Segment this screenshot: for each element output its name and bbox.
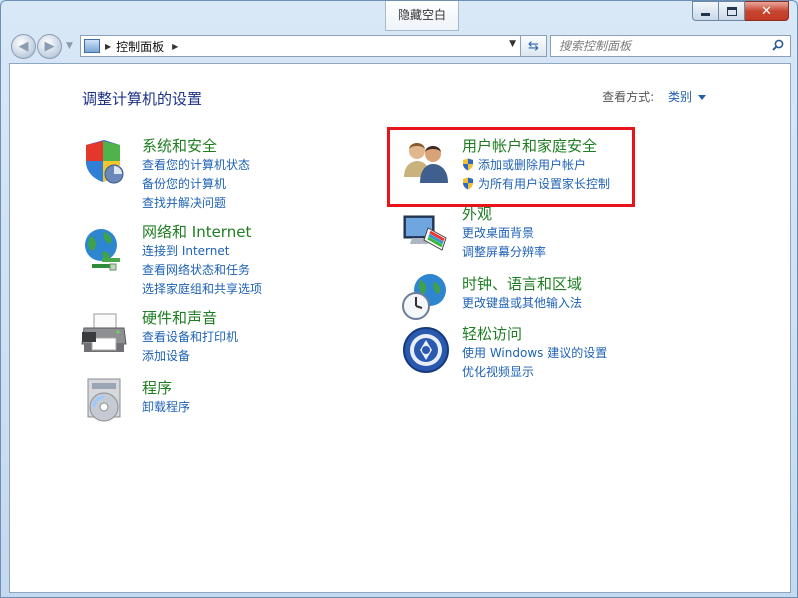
category-clock-language-region: 时钟、语言和区域 更改键盘或其他输入法 — [462, 274, 582, 313]
recent-pages-dropdown-icon[interactable]: ▼ — [66, 41, 73, 51]
view-by-dropdown[interactable]: 类别 — [668, 90, 706, 104]
monitor-paint-icon — [403, 215, 447, 251]
link-optimize-video-display[interactable]: 优化视频显示 — [462, 363, 607, 382]
search-input[interactable] — [559, 39, 759, 53]
category-title[interactable]: 系统和安全 — [142, 136, 250, 156]
back-arrow-icon: ◀ — [18, 39, 29, 54]
category-title[interactable]: 网络和 Internet — [142, 222, 262, 242]
category-programs: 程序 卸载程序 — [142, 378, 190, 417]
shield-icon — [86, 140, 124, 184]
category-hardware-sound: 硬件和声音 查看设备和打印机 添加设备 — [142, 308, 238, 366]
link-homegroup-sharing[interactable]: 选择家庭组和共享选项 — [142, 280, 262, 299]
category-appearance: 外观 更改桌面背景 调整屏幕分辨率 — [462, 204, 546, 262]
link-adjust-resolution[interactable]: 调整屏幕分辨率 — [462, 243, 546, 262]
category-title[interactable]: 时钟、语言和区域 — [462, 274, 582, 294]
refresh-icon: ⇆ — [528, 38, 539, 54]
link-backup-computer[interactable]: 备份您的计算机 — [142, 175, 250, 194]
category-title[interactable]: 程序 — [142, 378, 190, 398]
forward-arrow-icon: ▶ — [44, 39, 55, 54]
minimize-button[interactable] — [692, 1, 719, 21]
link-devices-printers[interactable]: 查看设备和打印机 — [142, 328, 238, 347]
link-change-desktop-background[interactable]: 更改桌面背景 — [462, 224, 546, 243]
navigation-bar: ◀ ▶ ▼ ▶ 控制面板 ▶ ▼ ⇆ — [9, 32, 791, 60]
network-globe-icon — [85, 229, 120, 271]
address-bar[interactable]: ▶ 控制面板 ▶ ▼ — [80, 35, 521, 57]
close-icon: ✕ — [761, 3, 772, 19]
view-by-label: 查看方式: — [602, 90, 655, 104]
hide-blank-tab[interactable]: 隐藏空白 — [385, 1, 459, 31]
highlight-box — [387, 127, 635, 207]
link-view-computer-status[interactable]: 查看您的计算机状态 — [142, 156, 250, 175]
clock-globe-icon — [402, 274, 446, 320]
category-network-internet: 网络和 Internet 连接到 Internet 查看网络状态和任务 选择家庭… — [142, 222, 262, 299]
link-windows-recommended-settings[interactable]: 使用 Windows 建议的设置 — [462, 344, 607, 363]
category-title[interactable]: 硬件和声音 — [142, 308, 238, 328]
close-button[interactable]: ✕ — [745, 1, 789, 21]
breadcrumb-arrow-icon[interactable]: ▶ — [105, 42, 111, 51]
page-title: 调整计算机的设置 — [82, 90, 203, 108]
link-add-device[interactable]: 添加设备 — [142, 347, 238, 366]
link-connect-internet[interactable]: 连接到 Internet — [142, 242, 262, 261]
content-pane: 调整计算机的设置 查看方式: 类别 系统和安全 查看您的计算机状态 备份您的计算… — [9, 63, 791, 593]
window-controls: ✕ — [692, 1, 789, 21]
address-dropdown-icon[interactable]: ▼ — [509, 39, 516, 49]
control-panel-icon — [84, 39, 100, 53]
back-button[interactable]: ◀ — [11, 34, 36, 59]
refresh-button[interactable]: ⇆ — [521, 35, 547, 57]
link-troubleshoot[interactable]: 查找并解决问题 — [142, 194, 250, 213]
dropdown-arrow-icon — [698, 95, 706, 100]
link-change-input-method[interactable]: 更改键盘或其他输入法 — [462, 294, 582, 313]
ease-of-access-icon — [403, 327, 449, 373]
link-network-status[interactable]: 查看网络状态和任务 — [142, 261, 262, 280]
category-system-security: 系统和安全 查看您的计算机状态 备份您的计算机 查找并解决问题 — [142, 136, 250, 213]
category-ease-of-access: 轻松访问 使用 Windows 建议的设置 优化视频显示 — [462, 324, 607, 382]
maximize-icon — [726, 6, 737, 16]
programs-disc-icon — [87, 378, 121, 422]
breadcrumb-control-panel[interactable]: 控制面板 — [116, 38, 164, 55]
printer-icon — [81, 313, 127, 352]
search-icon[interactable] — [772, 39, 784, 51]
forward-button[interactable]: ▶ — [37, 34, 62, 59]
maximize-button[interactable] — [719, 1, 745, 21]
category-title[interactable]: 轻松访问 — [462, 324, 607, 344]
minimize-icon — [701, 12, 710, 16]
view-by-control: 查看方式: 类别 — [602, 88, 706, 105]
search-box[interactable] — [550, 35, 791, 57]
category-title[interactable]: 外观 — [462, 204, 546, 224]
link-uninstall-program[interactable]: 卸载程序 — [142, 398, 190, 417]
window-frame: 隐藏空白 ✕ ◀ ▶ ▼ ▶ 控制面板 ▶ ▼ ⇆ 搜索控制面板 调整计算机的设… — [0, 0, 798, 598]
breadcrumb-arrow-icon[interactable]: ▶ — [172, 42, 178, 51]
